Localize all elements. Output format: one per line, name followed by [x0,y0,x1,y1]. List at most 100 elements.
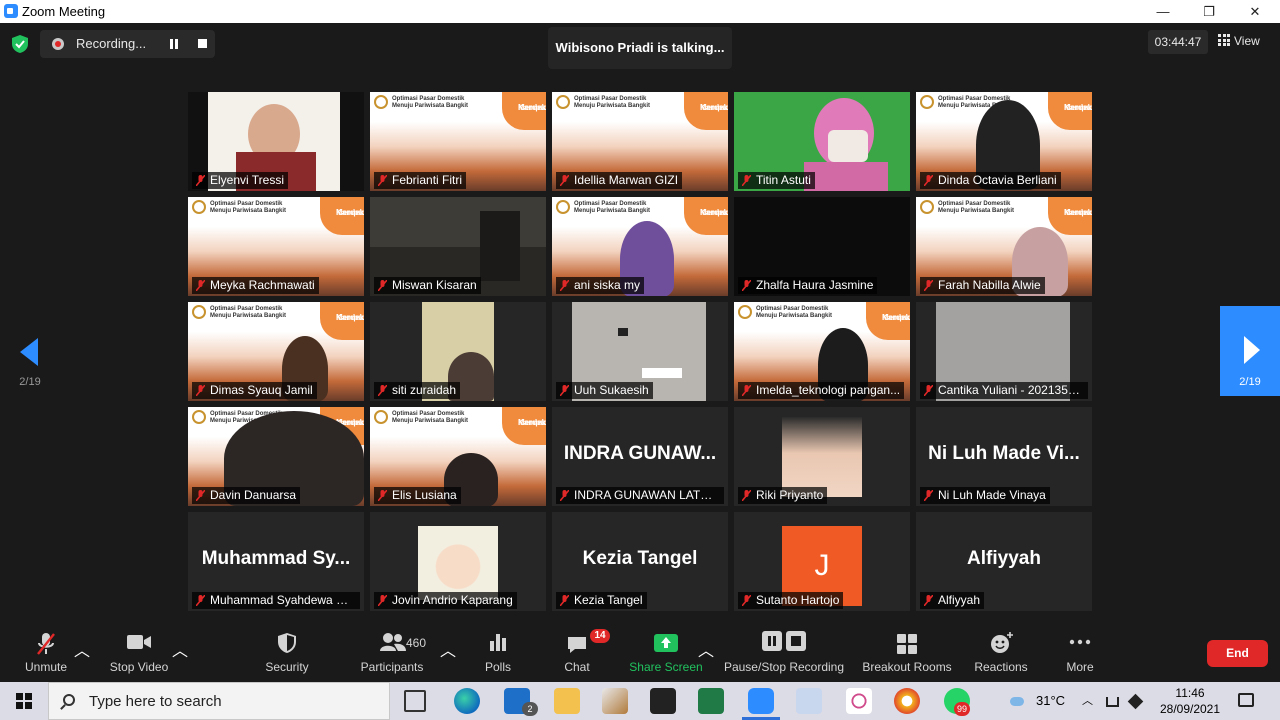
mic-muted-icon [742,280,751,291]
windows-start-icon[interactable] [16,693,32,709]
previous-page-button[interactable]: 2/19 [8,318,52,398]
polls-button[interactable]: Polls [478,625,518,682]
system-clock[interactable]: 11:46 28/09/2021 [1158,685,1222,717]
stop-recording-icon[interactable] [198,39,207,48]
share-options-chevron-icon[interactable]: ︿ [698,637,714,661]
participant-tile[interactable]: Riki Priyanto [734,407,910,506]
weather-icon[interactable] [1010,682,1028,720]
snipping-tool-icon[interactable] [846,688,872,714]
participant-tile[interactable]: Uuh Sukaesih [552,302,728,401]
window-title: Zoom Meeting [22,4,106,19]
participant-tile[interactable]: Optimasi Pasar Domestik Menuju Pariwisata… [370,407,546,506]
participant-tile[interactable]: Optimasi Pasar Domestik Menuju Pariwisata… [188,407,364,506]
share-screen-button[interactable]: Share Screen [626,625,706,682]
participant-name-label: Elis Lusiana [374,487,461,504]
participant-name: Idellia Marwan GIZI [574,173,679,187]
participant-name: Muhammad Syahdewa W... [210,593,357,607]
participant-tile[interactable]: Optimasi Pasar Domestik Menuju Pariwisata… [916,92,1092,191]
remote-desktop-icon[interactable] [796,688,822,714]
participant-name: siti zuraidah [392,383,457,397]
mic-muted-icon [560,385,569,396]
participant-tile[interactable]: Optimasi Pasar Domestik Menuju Pariwisata… [734,302,910,401]
participant-name-label: Titin Astuti [738,172,815,189]
encryption-shield-icon[interactable] [12,35,28,53]
audio-options-chevron-icon[interactable]: ︿ [74,637,90,661]
video-options-chevron-icon[interactable]: ︿ [172,637,188,661]
view-button[interactable]: View [1218,30,1260,52]
participant-tile[interactable]: Jovin Andrio Kaparang [370,512,546,611]
participant-video-feed [804,162,888,191]
participant-tile[interactable]: Optimasi Pasar Domestik Menuju Pariwisata… [552,92,728,191]
participant-tile[interactable]: Cantika Yuliani - 2021350... [916,302,1092,401]
excel-icon[interactable] [698,688,724,714]
zoom-taskbar-icon[interactable] [742,688,780,720]
view-label: View [1234,34,1260,48]
breakout-rooms-button[interactable]: Breakout Rooms [860,625,954,682]
weather-temperature[interactable]: 31°C [1036,682,1065,720]
paint-icon[interactable] [602,688,628,714]
participants-button[interactable]: 460 Participants [356,625,428,682]
chat-button[interactable]: 14 Chat [556,625,610,682]
participant-tile[interactable]: Optimasi Pasar Domestik Menuju Pariwisata… [370,92,546,191]
next-page-button[interactable]: 2/19 [1220,306,1280,396]
minimize-button[interactable]: — [1140,0,1186,23]
participant-name: Dimas Syauq Jamil [210,383,313,397]
zoom-app-icon [4,4,18,18]
participant-tile[interactable]: Ni Luh Made Vi... Ni Luh Made Vinaya [916,407,1092,506]
participant-tile[interactable]: INDRA GUNAW... INDRA GUNAWAN LATUR... [552,407,728,506]
mic-muted-icon [196,595,205,606]
participant-tile[interactable]: Optimasi Pasar Domestik Menuju Pariwisata… [188,197,364,296]
mic-muted-icon [924,280,933,291]
participant-tile[interactable]: siti zuraidah [370,302,546,401]
stop-video-button[interactable]: Stop Video [104,625,174,682]
participant-tile[interactable]: Titin Astuti [734,92,910,191]
participant-tile[interactable]: Kezia Tangel Kezia Tangel [552,512,728,611]
banner-title: Optimasi Pasar Domestik Menuju Pariwisata… [392,96,469,109]
participant-tile[interactable]: Muhammad Sy... Muhammad Syahdewa W... [188,512,364,611]
banner-title: Optimasi Pasar Domestik Menuju Pariwisata… [938,201,1015,214]
reactions-smiley-icon [991,632,1013,653]
close-button[interactable]: ✕ [1232,0,1278,23]
reactions-button[interactable]: Reactions [970,625,1032,682]
chrome-icon[interactable] [894,688,920,714]
file-explorer-icon[interactable] [554,688,580,714]
end-meeting-button[interactable]: End [1207,640,1268,667]
edge-browser-icon[interactable] [454,688,480,714]
pause-stop-recording-button[interactable]: Pause/Stop Recording [722,625,846,682]
taskbar-search-box[interactable]: Type here to search [48,682,390,720]
tray-chevron-icon[interactable]: ︿ [1082,682,1093,720]
participant-name-label: Dinda Octavia Berliani [920,172,1061,189]
participants-icon [380,633,406,651]
more-button[interactable]: More [1058,625,1102,682]
participant-name: Titin Astuti [756,173,811,187]
mic-muted-icon [378,280,387,291]
search-icon [63,694,75,706]
network-icon[interactable] [1106,682,1122,720]
banner-title: Optimasi Pasar Domestik Menuju Pariwisata… [574,201,651,214]
participant-name: Elis Lusiana [392,488,457,502]
participant-tile[interactable]: Miswan Kisaran [370,197,546,296]
maximize-button[interactable]: ❐ [1186,0,1232,23]
breakout-rooms-label: Breakout Rooms [862,660,952,674]
store-icon[interactable] [650,688,676,714]
participants-options-chevron-icon[interactable]: ︿ [440,637,456,661]
polls-label: Polls [484,660,511,674]
participant-tile[interactable]: Alfiyyah Alfiyyah [916,512,1092,611]
participant-tile[interactable]: Optimasi Pasar Domestik Menuju Pariwisata… [552,197,728,296]
windows-taskbar: Type here to search 2 99 31°C ︿ 11:46 28… [0,682,1280,720]
dropbox-icon[interactable] [1127,682,1146,720]
participant-tile[interactable]: Zhalfa Haura Jasmine [734,197,910,296]
pause-recording-icon[interactable] [169,39,179,49]
unmute-button[interactable]: Unmute [16,625,76,682]
notifications-icon[interactable] [1238,693,1254,707]
participant-display-name: Alfiyyah [967,548,1041,569]
task-view-icon[interactable] [404,690,426,712]
participant-tile[interactable]: Elyenvi Tressi [188,92,364,191]
participant-tile[interactable]: Optimasi Pasar Domestik Menuju Pariwisata… [188,302,364,401]
security-button[interactable]: Security [258,625,316,682]
breakout-rooms-icon [897,634,917,654]
participant-tile[interactable]: J Sutanto Hartojo [734,512,910,611]
participant-video-feed [618,328,628,336]
participant-tile[interactable]: Optimasi Pasar Domestik Menuju Pariwisata… [916,197,1092,296]
participant-name-label: Muhammad Syahdewa W... [192,592,360,609]
